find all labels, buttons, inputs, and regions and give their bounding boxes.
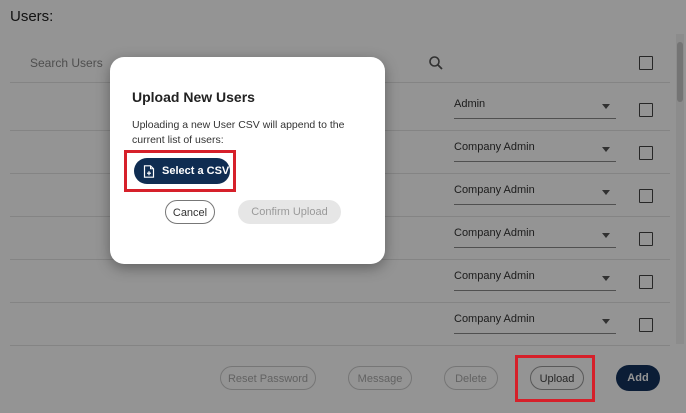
dialog-title: Upload New Users (132, 89, 255, 105)
upload-highlight-box (515, 355, 595, 402)
select-csv-button[interactable]: Select a CSV (134, 158, 230, 184)
select-csv-label: Select a CSV (162, 165, 230, 177)
file-upload-icon (143, 165, 155, 178)
dialog-description: Uploading a new User CSV will append to … (132, 119, 345, 146)
upload-users-dialog: Upload New Users Uploading a new User CS… (110, 57, 385, 264)
cancel-button[interactable]: Cancel (165, 200, 215, 224)
confirm-upload-button[interactable]: Confirm Upload (238, 200, 341, 224)
